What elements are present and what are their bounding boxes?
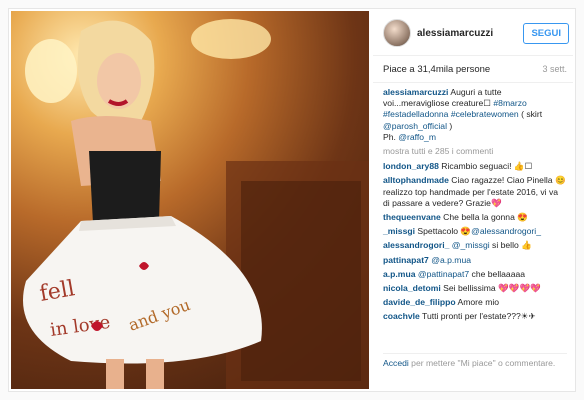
comment-username[interactable]: davide_de_filippo [383, 297, 456, 307]
show-all-comments[interactable]: mostra tutti e 285 i commenti [383, 146, 567, 157]
caption-text-4: Ph. [383, 131, 399, 142]
login-prompt: Accedi per mettere "Mi piace" o commenta… [383, 353, 567, 389]
likes-count[interactable]: Piace a 31,4mila persone [383, 64, 490, 75]
comment-text: Amore mio [455, 297, 500, 308]
comment-text-end: si bello 👍 [489, 240, 532, 251]
mention[interactable]: @parosh_official [383, 121, 447, 131]
caption: alessiamarcuzzi Auguri a tutte voi...mer… [383, 87, 567, 143]
comment-text: Sei bellissima 💖💖💖💖 [440, 283, 541, 294]
comment-username[interactable]: coachvle [383, 311, 420, 321]
comment-username[interactable]: nicola_detomi [383, 283, 441, 293]
post-header: alessiamarcuzzi SEGUI [373, 11, 573, 56]
comments-list: alessiamarcuzzi Auguri a tutte voi...mer… [373, 83, 573, 323]
comment-username[interactable]: alltophandmade [383, 175, 449, 185]
follow-button[interactable]: SEGUI [523, 22, 569, 44]
comment-item: davide_de_filippo Amore mio [383, 297, 567, 308]
caption-text-2: ( skirt [518, 109, 543, 120]
post-photo[interactable]: fell in love and you [11, 11, 369, 389]
comment-username[interactable]: a.p.mua [383, 269, 415, 279]
comment-item: london_ary88 Ricambio seguaci! 👍☐ [383, 161, 567, 172]
likes-row: Piace a 31,4mila persone 3 sett. [373, 56, 573, 83]
post-card: fell in love and you alessiamarcuzzi SEG… [8, 8, 576, 392]
hashtag[interactable]: #8marzo [493, 98, 526, 108]
mention[interactable]: @a.p.mua [431, 255, 471, 265]
caption-text-3: ) [446, 120, 453, 131]
comment-username[interactable]: _missgi [383, 226, 415, 236]
comment-username[interactable]: pattinapat7 [383, 255, 429, 265]
comment-text: Spettacolo 😍 [415, 226, 472, 237]
comment-text: Tutti pronti per l'estate???☀✈ [419, 311, 536, 322]
comment-text-end: che bellaaaaa [469, 268, 526, 279]
caption-username[interactable]: alessiamarcuzzi [383, 87, 448, 97]
hashtag[interactable]: #celebratewomen [451, 109, 519, 119]
comment-username[interactable]: london_ary88 [383, 161, 439, 171]
comment-item: nicola_detomi Sei bellissima 💖💖💖💖 [383, 283, 567, 294]
comment-item: alltophandmade Ciao ragazze! Ciao Pinell… [383, 175, 567, 209]
comment-item: thequeenvane Che bella la gonna 😍 [383, 212, 567, 223]
comment-item: pattinapat7 @a.p.mua [383, 255, 567, 266]
comment-text: Che bella la gonna 😍 [440, 212, 528, 223]
photo-illustration: fell in love and you [23, 19, 369, 389]
comment-item: _missgi Spettacolo 😍@alessandrogori_ [383, 226, 567, 237]
hashtag[interactable]: #festadelladonna [383, 109, 448, 119]
comment-item: alessandrogori_ @_missgi si bello 👍 [383, 240, 567, 251]
mention[interactable]: @raffo_m [398, 132, 436, 142]
mention[interactable]: @pattinapat7 [418, 269, 469, 279]
comment-username[interactable]: thequeenvane [383, 212, 441, 222]
login-link[interactable]: Accedi [383, 358, 409, 368]
comment-username[interactable]: alessandrogori_ [383, 240, 449, 250]
post-username[interactable]: alessiamarcuzzi [417, 28, 523, 39]
mention[interactable]: @_missgi [452, 240, 490, 250]
avatar[interactable] [383, 19, 411, 47]
comment-item: coachvle Tutti pronti per l'estate???☀✈ [383, 311, 567, 322]
comment-text: Ricambio seguaci! 👍☐ [438, 161, 533, 172]
mention[interactable]: @alessandrogori_ [471, 226, 541, 236]
post-date: 3 sett. [542, 64, 567, 74]
login-prompt-text: per mettere "Mi piace" o commentare. [408, 358, 556, 368]
comment-item: a.p.mua @pattinapat7 che bellaaaaa [383, 269, 567, 280]
post-details: alessiamarcuzzi SEGUI Piace a 31,4mila p… [373, 11, 573, 389]
